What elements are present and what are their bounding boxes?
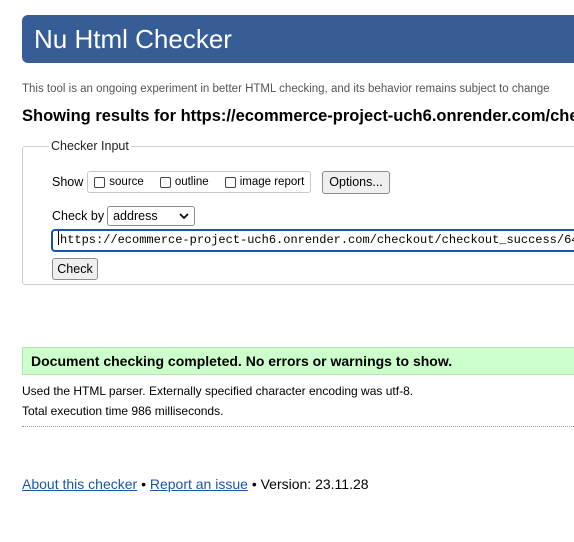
source-checkbox-label[interactable]: source: [109, 176, 144, 188]
chevron-down-icon: [179, 213, 189, 220]
execution-time: Total execution time 986 milliseconds.: [22, 404, 224, 418]
outline-checkbox-label[interactable]: outline: [175, 176, 209, 188]
check-by-select[interactable]: address: [107, 206, 196, 226]
check-button[interactable]: Check: [52, 258, 98, 280]
check-by-label: Check by: [52, 209, 105, 223]
footer: About this checker • Report an issue • V…: [22, 476, 369, 492]
image-report-checkbox[interactable]: [224, 176, 236, 188]
show-options-group: source outline image report: [87, 171, 312, 193]
page-title: Nu Html Checker: [34, 24, 232, 54]
options-button[interactable]: Options...: [322, 170, 390, 194]
url-input-value: https://ecommerce-project-uch6.onrender.…: [60, 233, 574, 247]
show-options-row: Show source outline image report Options…: [52, 170, 390, 194]
checker-input-legend: Checker Input: [51, 139, 129, 153]
source-checkbox[interactable]: [94, 176, 106, 188]
check-by-selected-value: address: [113, 209, 158, 223]
header-banner: Nu Html Checker: [22, 15, 574, 63]
intro-text: This tool is an ongoing experiment in be…: [22, 83, 550, 95]
image-report-checkbox-label[interactable]: image report: [240, 176, 305, 188]
dotted-divider: [22, 426, 574, 427]
url-input[interactable]: https://ecommerce-project-uch6.onrender.…: [51, 229, 574, 252]
parser-info: Used the HTML parser. Externally specifi…: [22, 384, 414, 398]
footer-separator-1: •: [141, 476, 146, 492]
outline-checkbox[interactable]: [159, 176, 171, 188]
page: Nu Html Checker This tool is an ongoing …: [0, 0, 574, 542]
show-label: Show: [52, 175, 84, 189]
version-text: Version: 23.11.28: [260, 476, 369, 492]
report-issue-link[interactable]: Report an issue: [150, 476, 248, 492]
success-message: Document checking completed. No errors o…: [22, 347, 574, 375]
footer-separator-2: •: [251, 476, 257, 492]
text-caret: [58, 231, 59, 245]
check-by-row: Check by address: [52, 206, 196, 226]
about-checker-link[interactable]: About this checker: [22, 476, 137, 492]
showing-results-heading: Showing results for https://ecommerce-pr…: [22, 107, 574, 125]
